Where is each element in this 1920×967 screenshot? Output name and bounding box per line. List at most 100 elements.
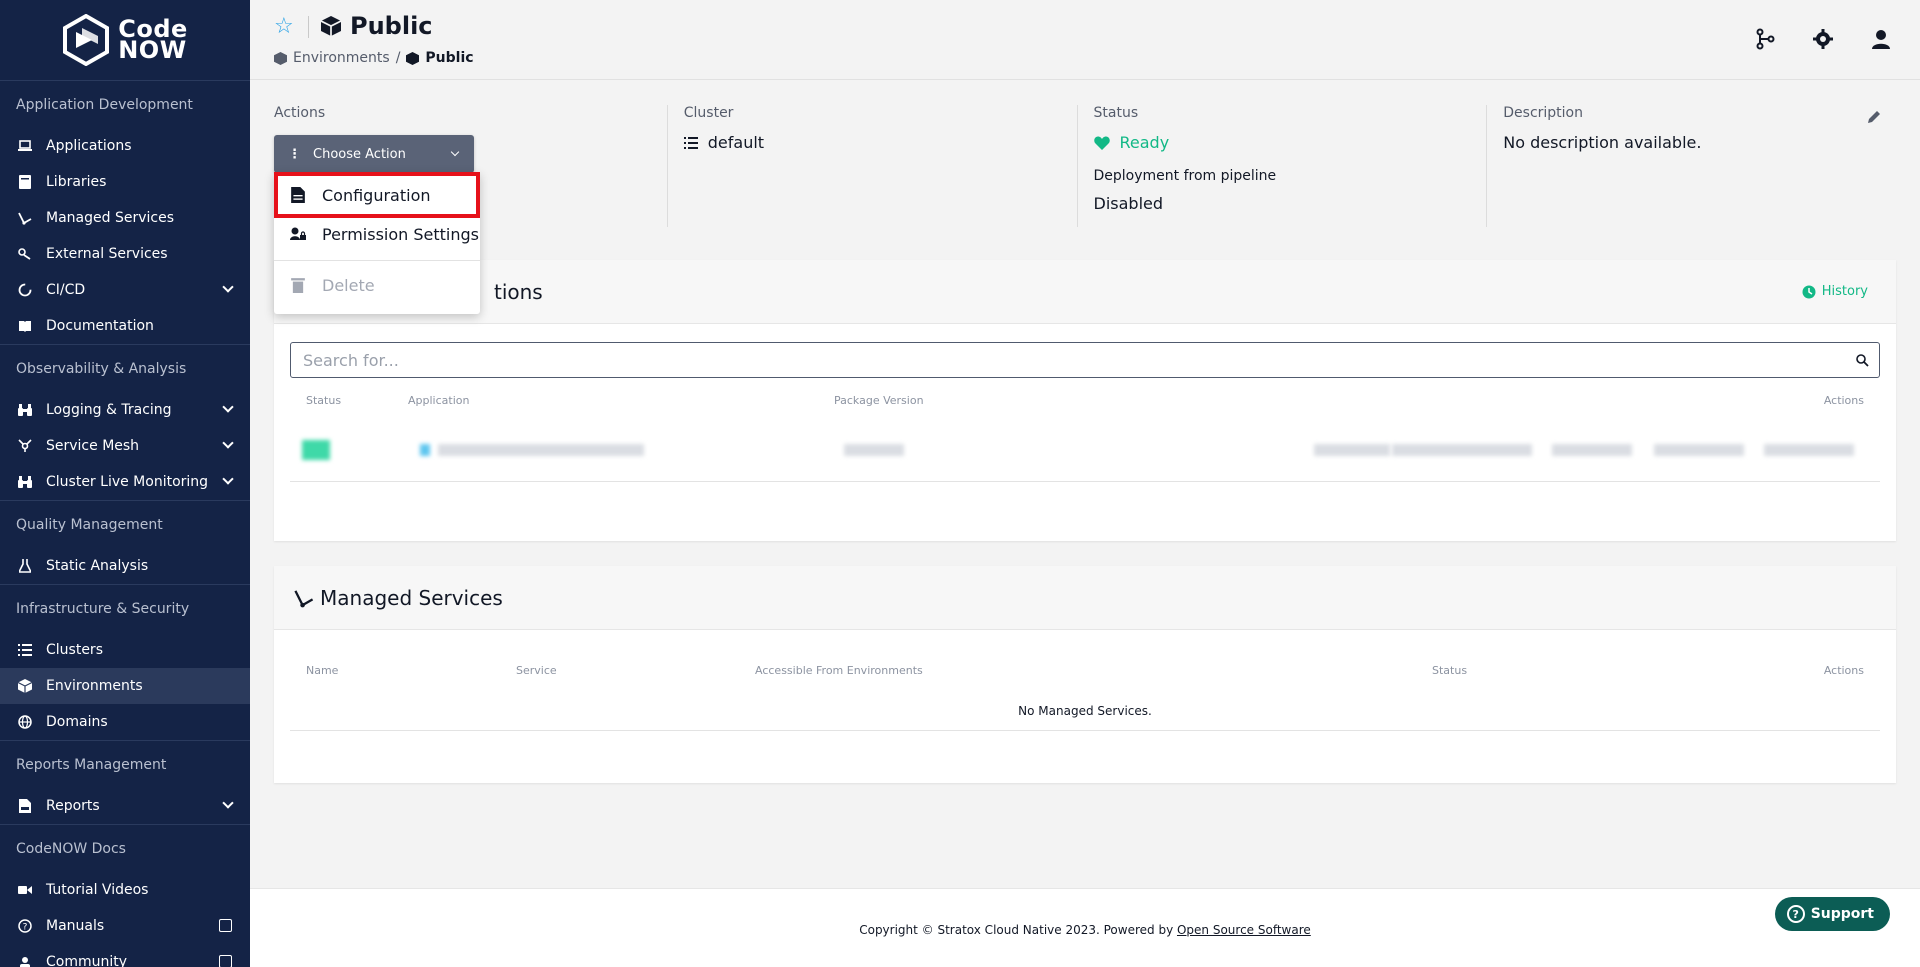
cluster-value: default — [683, 133, 1077, 152]
sidebar-item-label: Reports — [46, 798, 100, 814]
column-package-version: Package Version — [834, 394, 924, 407]
search-input[interactable] — [303, 350, 1789, 370]
sidebar-item-reports[interactable]: Reports — [0, 788, 250, 824]
menu-item-label: Configuration — [322, 185, 431, 205]
sidebar-item-managed-services[interactable]: Managed Services — [0, 200, 250, 236]
sidebar-item-libraries[interactable]: Libraries — [0, 164, 250, 200]
blurred-content — [1552, 444, 1632, 456]
sidebar-item-external-services[interactable]: External Services — [0, 236, 250, 272]
sidebar: Code NOW Application Development Applica… — [0, 0, 250, 967]
binoculars-icon — [16, 473, 34, 491]
sidebar-item-label: Tutorial Videos — [46, 882, 149, 898]
sidebar-item-domains[interactable]: Domains — [0, 704, 250, 740]
breadcrumb-environments[interactable]: Environments — [293, 50, 390, 66]
book-icon — [16, 173, 34, 191]
sidebar-item-tutorial-videos[interactable]: Tutorial Videos — [0, 872, 250, 908]
cluster-name: default — [707, 133, 765, 152]
user-lock-icon — [290, 227, 306, 240]
header-divider — [308, 16, 309, 38]
applications-card-title: tions — [494, 279, 543, 304]
favorite-star-icon[interactable]: ☆ — [274, 14, 294, 39]
menu-item-label: Delete — [322, 275, 375, 295]
applications-table-header: Status Application Package Version Actio… — [274, 378, 1896, 414]
nav-section-observability: Observability & Analysis — [0, 344, 250, 392]
list-icon — [683, 136, 698, 149]
sidebar-item-label: CI/CD — [46, 282, 86, 298]
list-icon — [16, 641, 34, 659]
menu-item-permission-settings[interactable]: Permission Settings — [274, 216, 480, 252]
external-link-icon — [219, 955, 232, 967]
cube-icon — [16, 677, 34, 695]
cicd-icon — [16, 281, 34, 299]
menu-divider — [274, 260, 480, 261]
gear-icon[interactable] — [1812, 28, 1834, 50]
menu-item-delete: Delete — [274, 267, 480, 303]
git-branch-icon[interactable] — [1754, 28, 1776, 50]
actions-label: Actions — [274, 105, 326, 121]
nav-section-infrastructure: Infrastructure & Security — [0, 584, 250, 632]
blurred-content — [1392, 444, 1532, 456]
binoculars-icon — [16, 401, 34, 419]
sidebar-item-label: Documentation — [46, 318, 154, 334]
search-field[interactable] — [290, 342, 1880, 378]
sidebar-item-documentation[interactable]: Documentation — [0, 308, 250, 344]
nav-section-codenow-docs: CodeNOW Docs — [0, 824, 250, 872]
csv-file-icon — [16, 797, 34, 815]
chevron-down-icon — [222, 401, 234, 413]
table-row[interactable] — [290, 422, 1880, 482]
blurred-content — [438, 444, 644, 456]
empty-state-message: No Managed Services. — [290, 676, 1880, 731]
sidebar-item-logging-tracing[interactable]: Logging & Tracing — [0, 392, 250, 428]
sidebar-item-manuals[interactable]: ? Manuals — [0, 908, 250, 944]
sidebar-item-environments[interactable]: Environments — [0, 668, 250, 704]
column-actions: Actions — [1823, 394, 1864, 407]
sidebar-item-label: Libraries — [46, 174, 107, 190]
support-button[interactable]: ? Support — [1774, 897, 1890, 931]
column-status: Status — [1432, 664, 1468, 677]
menu-item-configuration[interactable]: Configuration — [274, 172, 480, 218]
sidebar-item-label: Clusters — [46, 642, 103, 658]
choose-action-button[interactable]: ⋮ Choose Action — [274, 135, 474, 173]
sidebar-item-service-mesh[interactable]: Service Mesh — [0, 428, 250, 464]
menu-item-label: Permission Settings — [322, 224, 480, 244]
sidebar-item-clusters[interactable]: Clusters — [0, 632, 250, 668]
trash-icon — [291, 278, 305, 293]
description-value: No description available. — [1503, 133, 1702, 152]
search-icon — [1856, 354, 1869, 367]
managed-services-card: Managed Services Name Service Accessible… — [274, 566, 1896, 783]
page-header: ☆ Public Environments / Public — [250, 0, 1920, 80]
chevron-down-icon — [222, 437, 234, 449]
sidebar-item-label: Environments — [46, 678, 143, 694]
question-circle-icon: ? — [16, 917, 34, 935]
pencil-icon[interactable] — [1866, 109, 1882, 125]
managed-services-title: Managed Services — [320, 585, 503, 610]
managed-services-icon — [294, 589, 314, 607]
status-value: Ready — [1093, 133, 1487, 152]
external-link-icon — [219, 919, 232, 932]
sidebar-item-applications[interactable]: Applications — [0, 128, 250, 164]
user-icon[interactable] — [1870, 28, 1892, 50]
svg-text:?: ? — [23, 923, 28, 933]
nav-section-application-development: Application Development — [0, 80, 250, 128]
copyright: Copyright © Stratox Cloud Native 2023. P… — [250, 923, 1920, 937]
sidebar-item-community[interactable]: Community — [0, 944, 250, 967]
documentation-icon — [16, 317, 34, 335]
history-label: History — [1821, 284, 1868, 299]
history-link[interactable]: History — [1802, 284, 1868, 299]
codenow-logo[interactable]: Code NOW — [0, 0, 250, 80]
support-label: Support — [1810, 906, 1874, 922]
description-label: Description — [1503, 105, 1583, 121]
sidebar-item-cicd[interactable]: CI/CD — [0, 272, 250, 308]
sidebar-item-static-analysis[interactable]: Static Analysis — [0, 548, 250, 584]
deployment-label: Deployment from pipeline — [1093, 168, 1277, 184]
sidebar-item-label: Manuals — [46, 918, 105, 934]
heart-icon — [1093, 136, 1110, 150]
breadcrumb-separator: / — [395, 50, 401, 66]
logo-text: Code NOW — [118, 15, 188, 64]
environment-info: Actions ⋮ Choose Action Cluster default … — [274, 105, 1896, 227]
copyright-text: Copyright © Stratox Cloud Native 2023. P… — [859, 923, 1177, 937]
codenow-logo-icon — [63, 14, 110, 66]
sidebar-item-cluster-live-monitoring[interactable]: Cluster Live Monitoring — [0, 464, 250, 500]
open-source-software-link[interactable]: Open Source Software — [1177, 923, 1311, 937]
breadcrumb: Environments / Public — [274, 50, 474, 66]
